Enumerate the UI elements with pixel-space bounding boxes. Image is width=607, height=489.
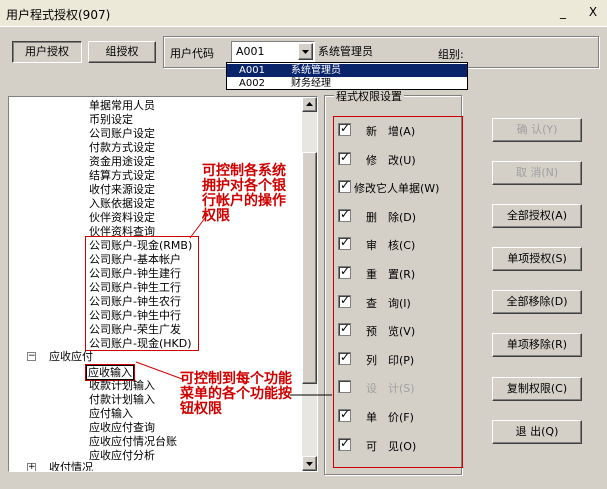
- tree-item-ar[interactable]: 应收应付查询: [89, 421, 155, 434]
- window-title: 用户程式授权(907): [6, 8, 111, 22]
- permission-checkbox[interactable]: ✓: [338, 206, 351, 222]
- combo-dropdown-button[interactable]: [298, 43, 313, 60]
- accounts-highlight: [85, 236, 199, 351]
- permission-label: 新 增(A): [366, 125, 416, 138]
- checkmark-icon: ✓: [340, 435, 351, 450]
- expand-icon[interactable]: +: [27, 463, 36, 471]
- annotation-pointer-line: [135, 361, 186, 381]
- tree-item[interactable]: 币别设定: [89, 113, 133, 126]
- permission-label: 查 询(I): [366, 296, 411, 310]
- tree-item-ar[interactable]: 付款计划输入: [89, 393, 155, 406]
- grant-single-button[interactable]: 单项授权(S): [492, 247, 582, 271]
- tree-item[interactable]: 收付来源设定: [89, 183, 155, 196]
- tree-item[interactable]: 伙伴资料设定: [89, 211, 155, 224]
- confirm-button[interactable]: 确 认(Y): [492, 118, 582, 142]
- permission-checkbox[interactable]: ✓: [338, 264, 351, 279]
- checkmark-icon: ✓: [340, 292, 351, 307]
- tab-group-auth[interactable]: 组授权: [88, 41, 156, 63]
- annotation-pointer-line: [189, 213, 209, 239]
- permission-checkbox[interactable]: ✓: [338, 149, 351, 165]
- minimize-button[interactable]: _: [556, 5, 570, 19]
- permission-title: 程式权限设置: [334, 88, 404, 104]
- chevron-down-icon: [302, 50, 309, 54]
- permission-label: 可 见(O): [366, 439, 417, 453]
- remove-all-button[interactable]: 全部移除(D): [492, 290, 582, 314]
- option-name: 系统管理员: [291, 65, 341, 76]
- scroll-up-button[interactable]: [302, 97, 317, 112]
- permission-label: 设 计(S): [366, 382, 415, 396]
- option-code: A001: [239, 65, 265, 76]
- tree-item-ar[interactable]: 应收应付情况台账: [89, 435, 177, 448]
- permission-label: 修改它人单据(W): [354, 182, 440, 196]
- permission-checkbox[interactable]: ✓: [338, 235, 351, 251]
- checkmark-icon: ✓: [340, 206, 351, 221]
- permission-checkbox[interactable]: ✓: [338, 321, 351, 337]
- tree-item-ar[interactable]: 应付输入: [89, 407, 133, 420]
- checkmark-icon: ✓: [340, 178, 351, 193]
- annotation-pointer-line: [290, 394, 332, 396]
- collapse-icon[interactable]: −: [27, 352, 36, 361]
- permission-label: 单 价(F): [366, 411, 414, 424]
- tree-group-next[interactable]: 收付情况: [49, 461, 93, 471]
- arrow-up-icon: [306, 102, 313, 106]
- cancel-button[interactable]: 取 消(N): [492, 161, 582, 185]
- annotation-accounts: 可控制各系统拥护对各个银行帐户的操作权限: [202, 163, 286, 224]
- tree-item-ar[interactable]: 应收输入: [85, 364, 135, 381]
- permission-label: 修 改(U): [366, 153, 416, 167]
- tree-item[interactable]: 公司账户设定: [89, 127, 155, 140]
- close-button[interactable]: X: [586, 5, 600, 19]
- scroll-down-button[interactable]: [302, 456, 317, 471]
- checkmark-icon: ✓: [340, 264, 351, 278]
- user-code-value: A001: [236, 45, 265, 58]
- checkmark-icon: ✓: [340, 149, 351, 164]
- permission-checkbox[interactable]: ✓: [338, 292, 351, 308]
- tab-user-auth[interactable]: 用户授权: [12, 41, 82, 63]
- checkmark-icon: ✓: [340, 321, 351, 336]
- tree-group-ar[interactable]: 应收应付: [49, 350, 93, 363]
- group-label: 组别:: [438, 48, 464, 61]
- remove-single-button[interactable]: 单项移除(R): [492, 333, 582, 357]
- user-code-label: 用户代码: [170, 47, 214, 60]
- permission-checkbox[interactable]: ✓: [338, 435, 351, 451]
- scroll-thumb[interactable]: [302, 152, 317, 384]
- checkmark-icon: ✓: [340, 121, 351, 135]
- tree-item[interactable]: 入账依据设定: [89, 197, 155, 210]
- dropdown-option[interactable]: A001 系统管理员: [227, 64, 467, 77]
- permission-label: 审 核(C): [366, 239, 416, 253]
- annotation-buttons: 可控制到每个功能菜单的各个功能按钮权限: [180, 371, 292, 417]
- permission-checkbox[interactable]: [338, 380, 351, 394]
- user-name: 系统管理员: [318, 45, 373, 58]
- permission-label: 删 除(D): [366, 210, 417, 224]
- option-code: A002: [239, 78, 265, 89]
- permission-label: 重 置(R): [366, 268, 416, 281]
- option-name: 财务经理: [291, 78, 331, 89]
- arrow-down-icon: [306, 462, 313, 466]
- checkmark-icon: ✓: [340, 349, 351, 364]
- permission-checkbox[interactable]: ✓: [338, 121, 351, 136]
- permission-checkbox[interactable]: ✓: [338, 349, 351, 365]
- grant-all-button[interactable]: 全部授权(A): [492, 204, 582, 228]
- tree-item[interactable]: 结算方式设定: [89, 169, 155, 182]
- permission-checkbox[interactable]: ✓: [338, 407, 351, 422]
- user-code-dropdown[interactable]: A001 系统管理员 A002 财务经理: [226, 62, 468, 90]
- dropdown-option[interactable]: A002 财务经理: [227, 77, 467, 90]
- tree-item[interactable]: 单据常用人员: [89, 99, 155, 112]
- permission-label: 列 印(P): [366, 353, 415, 367]
- copy-permission-button[interactable]: 复制权限(C): [492, 377, 582, 401]
- permission-checkbox[interactable]: ✓: [338, 178, 351, 194]
- checkmark-icon: ✓: [340, 407, 351, 421]
- tree-item[interactable]: 资金用途设定: [89, 155, 155, 168]
- exit-button[interactable]: 退 出(Q): [492, 420, 582, 444]
- permission-label: 预 览(V): [366, 325, 416, 339]
- tree-item-ar[interactable]: 应收应付分析: [89, 449, 155, 462]
- tree-item[interactable]: 付款方式设定: [89, 141, 155, 154]
- checkmark-icon: ✓: [340, 235, 351, 250]
